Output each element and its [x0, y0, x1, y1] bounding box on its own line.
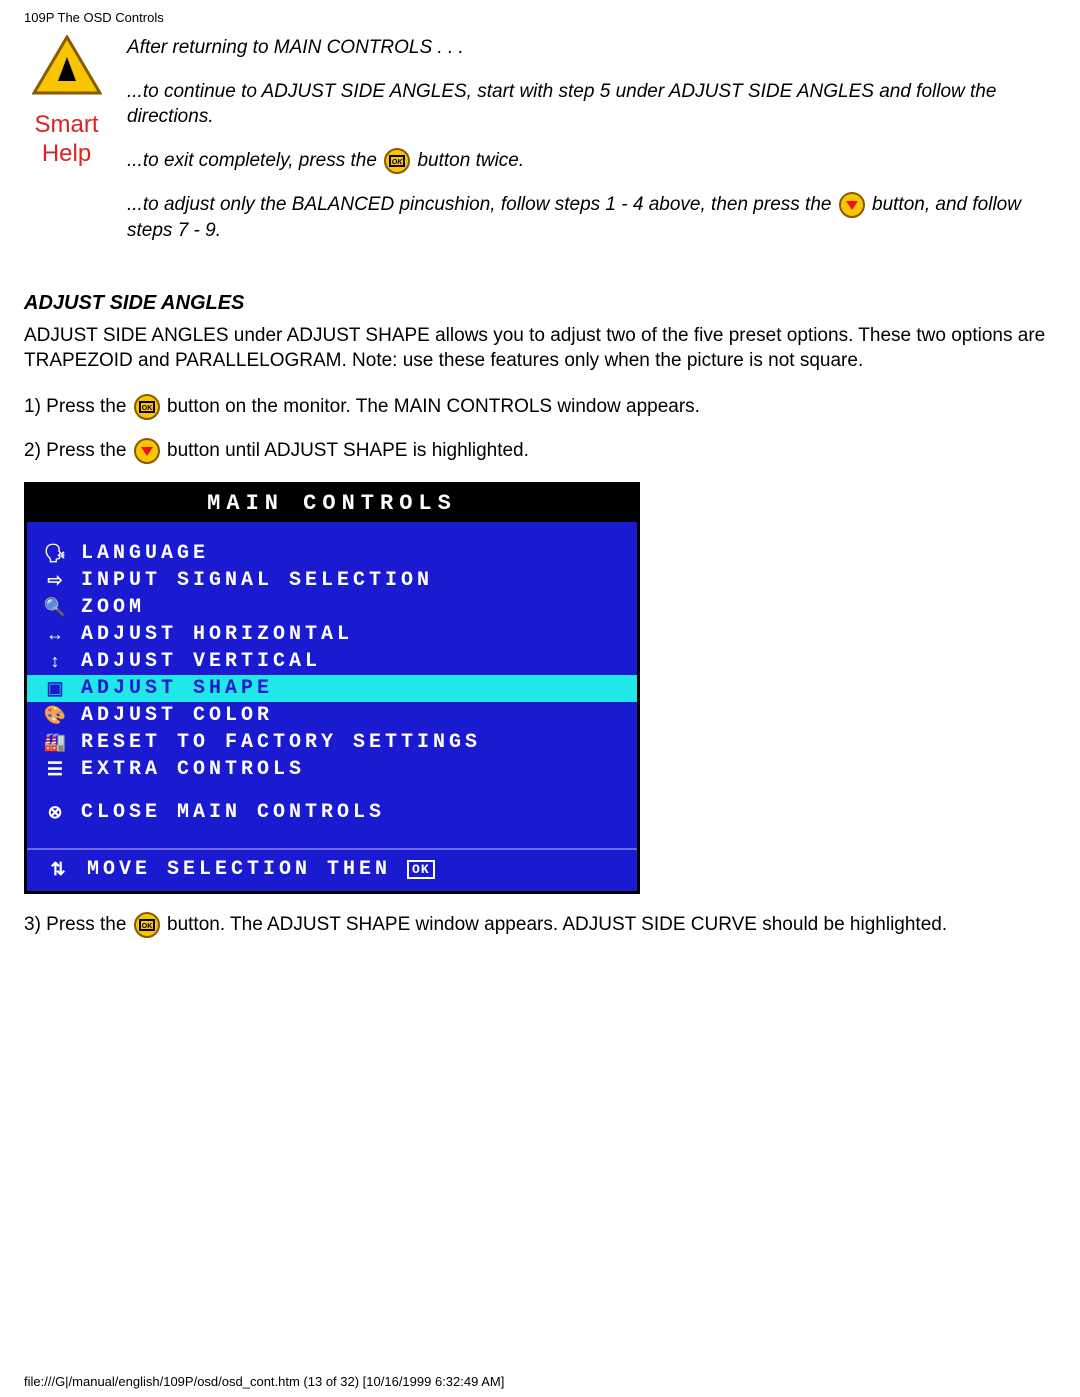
- factory-icon: 🏭: [37, 732, 73, 753]
- footer-path: file:///G|/manual/english/109P/osd/osd_c…: [24, 1374, 504, 1389]
- close-icon: ⊗: [37, 802, 73, 823]
- osd-item-adjust-horizontal[interactable]: ↔ ADJUST HORIZONTAL: [27, 621, 637, 648]
- step-2: 2) Press the button until ADJUST SHAPE i…: [24, 434, 1056, 468]
- horizontal-icon: ↔: [37, 624, 73, 645]
- osd-item-close[interactable]: ⊗ CLOSE MAIN CONTROLS: [27, 799, 637, 826]
- color-icon: 🎨: [37, 705, 73, 726]
- updown-icon: ⇅: [37, 859, 79, 880]
- osd-footer: ⇅ MOVE SELECTION THEN OK: [27, 848, 637, 891]
- smart-help-body: After returning to MAIN CONTROLS . . . .…: [127, 35, 1056, 262]
- osd-item-factory-reset[interactable]: 🏭 RESET TO FACTORY SETTINGS: [27, 729, 637, 756]
- osd-list: 🗣 LANGUAGE ⇨ INPUT SIGNAL SELECTION 🔍 ZO…: [27, 522, 637, 848]
- smart-help-title: Smart Help: [24, 111, 109, 169]
- osd-item-adjust-color[interactable]: 🎨 ADJUST COLOR: [27, 702, 637, 729]
- osd-item-adjust-shape[interactable]: ▣ ADJUST SHAPE: [27, 675, 637, 702]
- ok-indicator-icon: OK: [407, 860, 435, 879]
- osd-item-extra-controls[interactable]: ☰ EXTRA CONTROLS: [27, 756, 637, 783]
- warning-icon: [32, 35, 102, 97]
- osd-item-language[interactable]: 🗣 LANGUAGE: [27, 540, 637, 567]
- down-button-icon: [839, 192, 865, 218]
- osd-item-input-signal[interactable]: ⇨ INPUT SIGNAL SELECTION: [27, 567, 637, 594]
- section-title: ADJUST SIDE ANGLES: [24, 292, 1056, 315]
- input-icon: ⇨: [37, 570, 73, 591]
- osd-item-zoom[interactable]: 🔍 ZOOM: [27, 594, 637, 621]
- osd-item-adjust-vertical[interactable]: ↕ ADJUST VERTICAL: [27, 648, 637, 675]
- ok-button-icon: OK: [134, 912, 160, 938]
- osd-title: MAIN CONTROLS: [27, 485, 637, 522]
- ok-button-icon: OK: [134, 394, 160, 420]
- ok-button-icon: OK: [384, 148, 410, 174]
- step-3: 3) Press the OK button. The ADJUST SHAPE…: [24, 908, 1056, 942]
- svg-text:OK: OK: [141, 923, 152, 930]
- shape-icon: ▣: [37, 678, 73, 699]
- smart-help-block: Smart Help After returning to MAIN CONTR…: [24, 35, 1056, 262]
- language-icon: 🗣: [37, 543, 73, 564]
- step-1: 1) Press the OK button on the monitor. T…: [24, 390, 1056, 424]
- page-header: 109P The OSD Controls: [24, 10, 1056, 25]
- svg-text:OK: OK: [141, 405, 152, 412]
- extra-icon: ☰: [37, 759, 73, 780]
- osd-panel: MAIN CONTROLS 🗣 LANGUAGE ⇨ INPUT SIGNAL …: [24, 482, 640, 894]
- vertical-icon: ↕: [37, 651, 73, 672]
- svg-text:OK: OK: [392, 159, 403, 166]
- zoom-icon: 🔍: [37, 597, 73, 618]
- section-intro: ADJUST SIDE ANGLES under ADJUST SHAPE al…: [24, 323, 1056, 374]
- down-button-icon: [134, 438, 160, 464]
